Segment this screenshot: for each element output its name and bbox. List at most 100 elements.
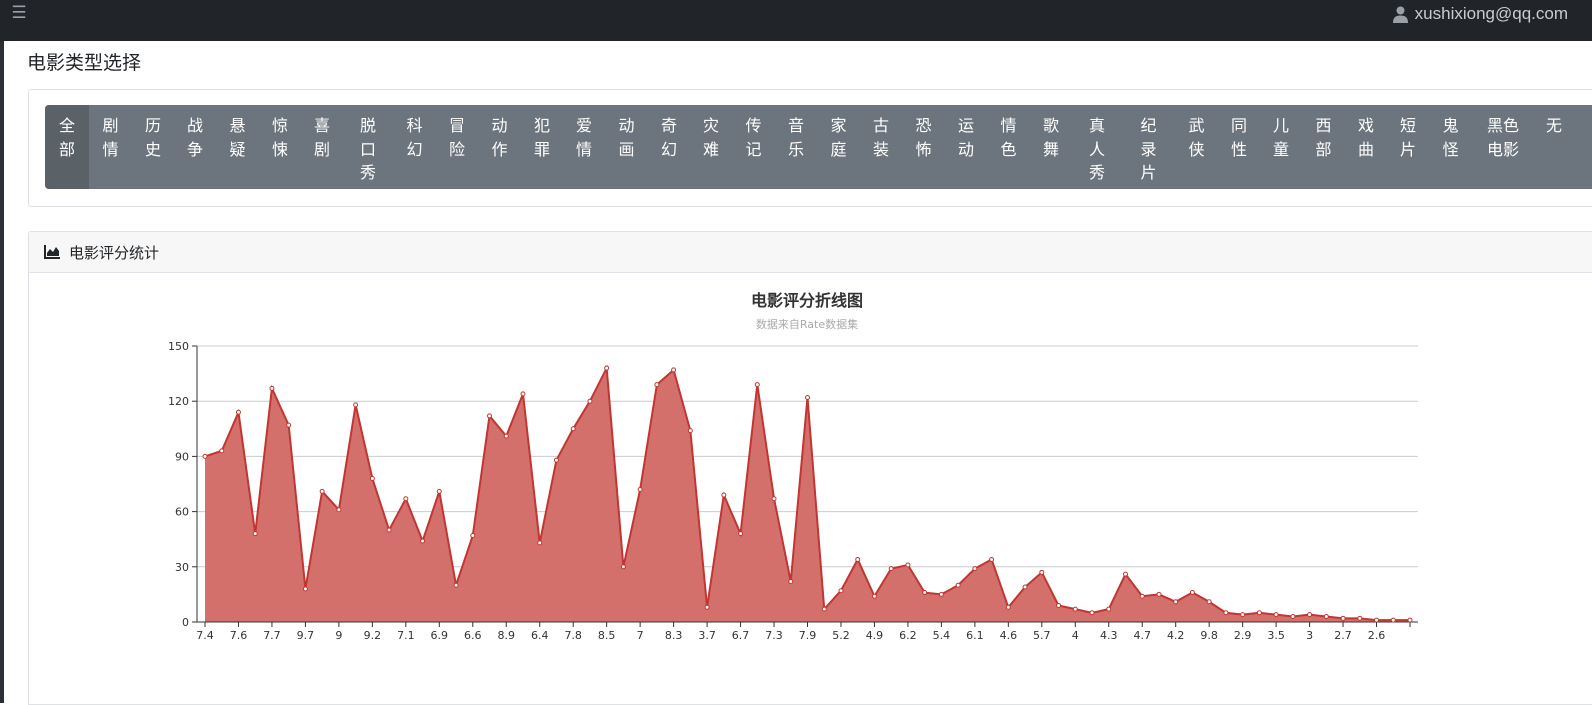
data-point[interactable] — [470, 533, 476, 539]
data-point[interactable] — [336, 507, 342, 513]
data-point[interactable] — [838, 588, 844, 594]
x-tick-label: 7.6 — [230, 629, 248, 642]
data-point[interactable] — [1256, 610, 1262, 616]
data-point[interactable] — [1340, 615, 1346, 621]
data-point[interactable] — [604, 365, 610, 371]
data-point[interactable] — [202, 453, 208, 459]
data-point[interactable] — [972, 566, 978, 572]
data-point[interactable] — [1122, 571, 1128, 577]
data-point[interactable] — [553, 457, 559, 463]
data-point[interactable] — [1072, 606, 1078, 612]
data-point[interactable] — [286, 422, 292, 428]
data-point[interactable] — [1407, 617, 1413, 623]
data-point[interactable] — [922, 590, 928, 596]
x-tick-label: 3 — [1306, 629, 1313, 642]
x-tick-label: 4.9 — [866, 629, 884, 642]
data-point[interactable] — [1106, 606, 1112, 612]
data-point[interactable] — [1089, 610, 1095, 616]
x-tick-label: 2.7 — [1334, 629, 1352, 642]
data-point[interactable] — [1156, 591, 1162, 597]
data-point[interactable] — [1323, 613, 1329, 619]
y-tick-label: 60 — [175, 506, 189, 519]
x-tick-label: 7.1 — [397, 629, 415, 642]
data-point[interactable] — [235, 409, 241, 415]
data-point[interactable] — [754, 382, 760, 388]
data-point[interactable] — [453, 582, 459, 588]
data-point[interactable] — [353, 402, 359, 408]
data-point[interactable] — [369, 475, 375, 481]
data-point[interactable] — [721, 492, 727, 498]
y-tick-label: 150 — [168, 340, 189, 353]
data-point[interactable] — [1273, 612, 1279, 618]
data-point[interactable] — [403, 496, 409, 502]
x-tick-label: 3.5 — [1267, 629, 1285, 642]
data-point[interactable] — [1290, 613, 1296, 619]
data-point[interactable] — [1005, 604, 1011, 610]
x-tick-label: 9.8 — [1200, 629, 1218, 642]
data-point[interactable] — [687, 428, 693, 434]
data-point[interactable] — [302, 586, 308, 592]
data-point[interactable] — [704, 604, 710, 610]
x-tick-label: 3.7 — [698, 629, 716, 642]
data-point[interactable] — [420, 538, 426, 544]
data-point[interactable] — [587, 398, 593, 404]
x-tick-label: 5.4 — [933, 629, 951, 642]
data-point[interactable] — [1374, 617, 1380, 623]
data-point[interactable] — [219, 448, 225, 454]
data-point[interactable] — [805, 395, 810, 401]
x-tick-label: 7.9 — [799, 629, 817, 642]
data-point[interactable] — [1357, 615, 1363, 621]
x-tick-label: 2.6 — [1368, 629, 1386, 642]
x-tick-label: 7.3 — [765, 629, 783, 642]
data-point[interactable] — [503, 433, 509, 439]
data-point[interactable] — [888, 566, 894, 572]
data-point[interactable] — [1056, 602, 1062, 608]
data-point[interactable] — [436, 488, 442, 494]
data-point[interactable] — [269, 385, 275, 391]
data-point[interactable] — [1390, 617, 1396, 623]
data-point[interactable] — [252, 531, 258, 537]
data-point[interactable] — [871, 593, 877, 599]
data-point[interactable] — [1022, 584, 1028, 590]
y-tick-label: 120 — [168, 395, 189, 408]
x-tick-label: 9 — [335, 629, 342, 642]
data-point[interactable] — [386, 527, 392, 533]
data-point[interactable] — [855, 556, 861, 562]
x-tick-label: 6.6 — [464, 629, 482, 642]
data-point[interactable] — [671, 367, 677, 373]
data-point[interactable] — [520, 391, 526, 397]
data-point[interactable] — [821, 606, 827, 612]
x-tick-label: 9.2 — [364, 629, 382, 642]
data-point[interactable] — [1206, 599, 1212, 605]
x-tick-label: 5.2 — [832, 629, 850, 642]
data-point[interactable] — [738, 531, 744, 537]
data-point[interactable] — [1139, 593, 1145, 599]
data-point[interactable] — [1307, 612, 1313, 618]
data-point[interactable] — [637, 487, 643, 493]
data-point[interactable] — [1039, 569, 1045, 575]
data-point[interactable] — [319, 488, 325, 494]
data-point[interactable] — [620, 564, 626, 570]
data-point[interactable] — [487, 413, 493, 419]
x-tick-label: 7 — [637, 629, 644, 642]
data-point[interactable] — [1240, 612, 1246, 618]
x-tick-label: 4.7 — [1133, 629, 1151, 642]
data-point[interactable] — [1189, 590, 1195, 596]
x-tick-label: 8.3 — [665, 629, 683, 642]
data-point[interactable] — [537, 540, 543, 546]
data-point[interactable] — [570, 426, 576, 432]
data-point[interactable] — [905, 562, 911, 568]
data-point[interactable] — [771, 496, 777, 502]
data-point[interactable] — [989, 556, 995, 562]
x-tick-label: 7.4 — [196, 629, 214, 642]
data-point[interactable] — [788, 579, 794, 585]
data-point[interactable] — [938, 591, 944, 597]
chart-title: 电影评分折线图 — [751, 291, 863, 310]
x-tick-label: 8.9 — [498, 629, 516, 642]
data-point[interactable] — [654, 382, 660, 388]
data-point[interactable] — [955, 582, 961, 588]
data-point[interactable] — [1223, 610, 1229, 616]
x-tick-label: 6.9 — [431, 629, 449, 642]
data-point[interactable] — [1173, 599, 1179, 605]
x-tick-label: 4.3 — [1100, 629, 1118, 642]
